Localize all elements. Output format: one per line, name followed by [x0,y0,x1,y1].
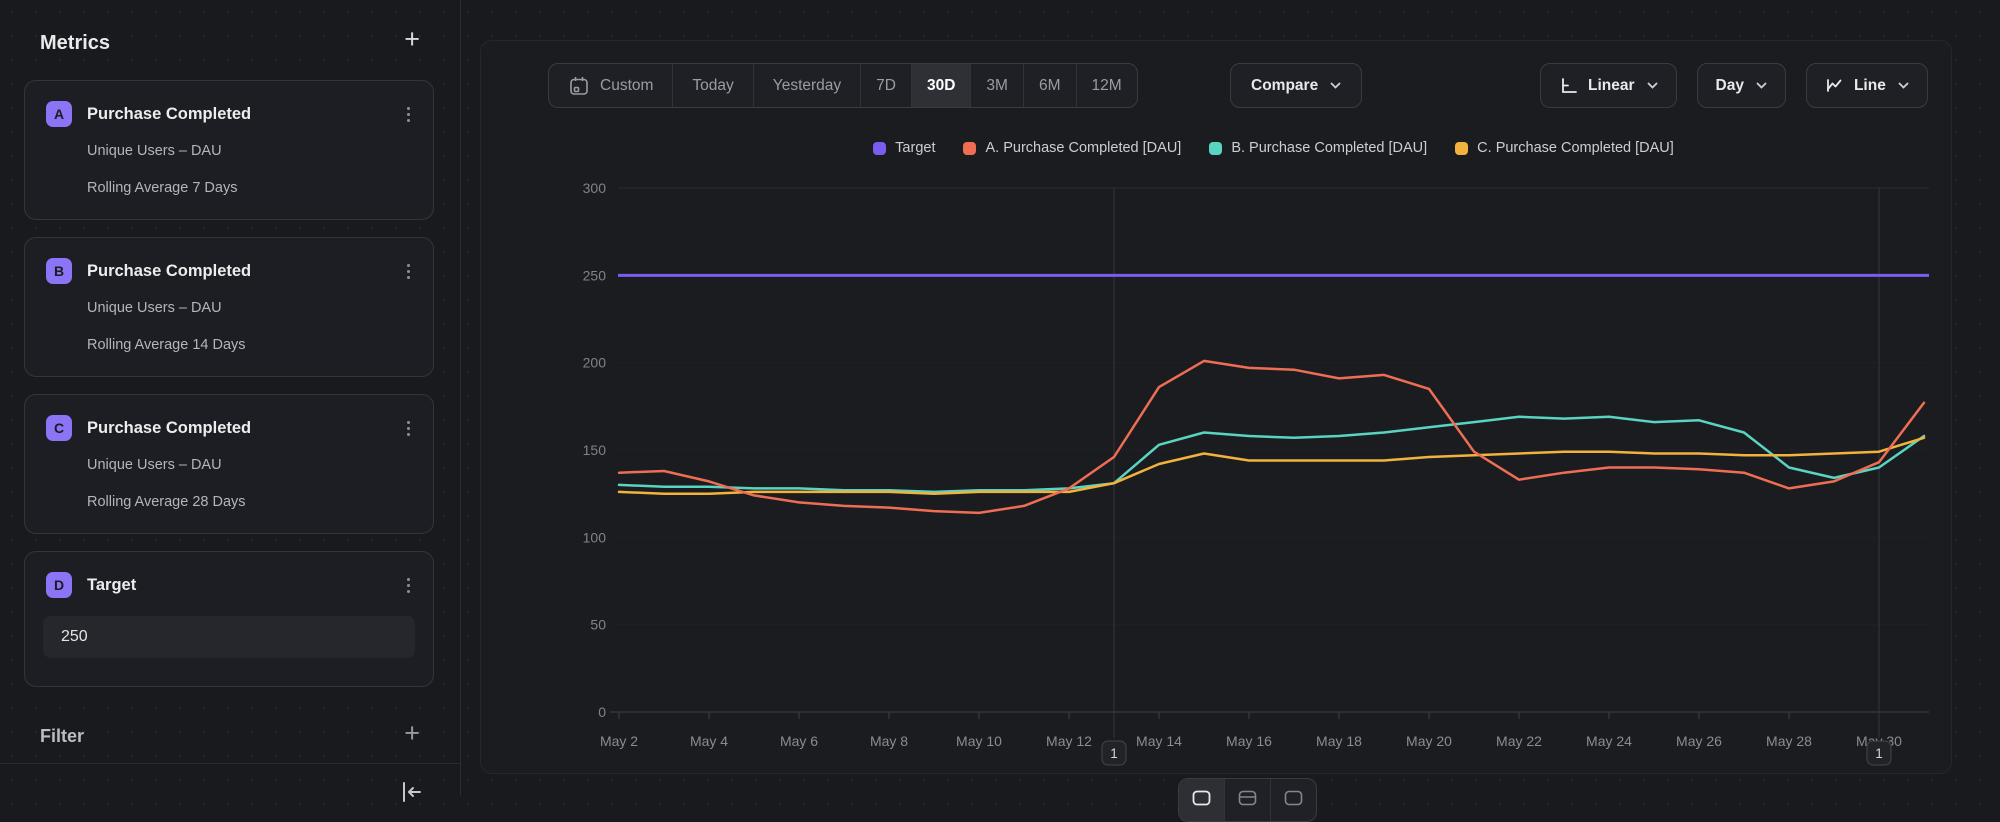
target-value-input[interactable] [43,616,415,658]
add-metric-icon[interactable]: + [404,26,420,53]
x-axis-label: May 28 [1766,733,1812,749]
more-options-icon[interactable] [399,259,417,283]
metric-measurement: Unique Users – DAU [87,300,222,316]
viz-table-button[interactable] [1271,779,1316,821]
metric-badge-b: B [46,258,72,284]
x-axis-label: May 24 [1586,733,1632,749]
metric-badge-d: D [46,572,72,598]
x-axis-label: May 16 [1226,733,1272,749]
x-axis-label: May 10 [956,733,1002,749]
collapse-sidebar-icon[interactable] [398,778,426,806]
metric-title: Purchase Completed [87,262,251,281]
metric-title: Purchase Completed [87,419,251,438]
x-axis-label: May 18 [1316,733,1362,749]
line-chart[interactable]: 0 50 100 150 200 250 300 May 2 May 4 May 6 May 8 Ma… [460,0,2000,796]
x-axis-label: May 22 [1496,733,1542,749]
table-viz-icon [1284,790,1303,806]
line-viz-icon [1192,790,1211,806]
target-card[interactable]: D Target [24,551,434,687]
x-axis-label: May 6 [780,733,818,749]
y-axis-label: 150 [583,442,607,458]
metric-card-b[interactable]: B Purchase Completed Unique Users – DAU … [24,237,434,377]
visualization-toggle [1178,778,1317,822]
add-filter-icon[interactable]: + [404,720,420,747]
metric-rolling-average: Rolling Average 28 Days [87,494,246,510]
target-title: Target [87,576,136,595]
annotation-badge-count: 1 [1110,746,1118,761]
y-axis-label: 0 [598,704,606,720]
metric-rolling-average: Rolling Average 7 Days [87,180,237,196]
x-axis-label: May 2 [600,733,638,749]
more-options-icon[interactable] [399,573,417,597]
x-axis-label: May 8 [870,733,908,749]
bar-viz-icon [1238,790,1257,806]
x-axis-label: May 20 [1406,733,1452,749]
metric-rolling-average: Rolling Average 14 Days [87,337,246,353]
y-axis-label: 300 [583,180,607,196]
series-line-c[interactable] [619,438,1924,494]
metric-measurement: Unique Users – DAU [87,457,222,473]
sidebar-divider [0,763,460,764]
y-axis-label: 200 [583,355,607,371]
metric-badge-c: C [46,415,72,441]
y-axis-label: 100 [583,529,607,545]
metric-card-a[interactable]: A Purchase Completed Unique Users – DAU … [24,80,434,220]
x-axis-label: May 12 [1046,733,1092,749]
x-axis-label: May 26 [1676,733,1722,749]
y-axis-label: 250 [583,267,607,283]
viz-line-button[interactable] [1179,779,1225,821]
chart-panel: Custom Today Yesterday 7D 30D 3M 6M 12M … [460,0,2000,796]
sidebar-title: Metrics [40,32,110,55]
y-axis-label: 50 [590,617,606,633]
annotation-badge-count: 1 [1875,746,1883,761]
metrics-sidebar: Metrics + A Purchase Completed Unique Us… [0,0,461,796]
x-axis-label: May 4 [690,733,728,749]
more-options-icon[interactable] [399,416,417,440]
metric-badge-a: A [46,101,72,127]
metric-title: Purchase Completed [87,105,251,124]
filter-section-title: Filter [40,726,84,747]
metric-card-c[interactable]: C Purchase Completed Unique Users – DAU … [24,394,434,534]
viz-bar-button[interactable] [1225,779,1271,821]
x-axis-label: May 14 [1136,733,1182,749]
more-options-icon[interactable] [399,102,417,126]
metric-measurement: Unique Users – DAU [87,143,222,159]
